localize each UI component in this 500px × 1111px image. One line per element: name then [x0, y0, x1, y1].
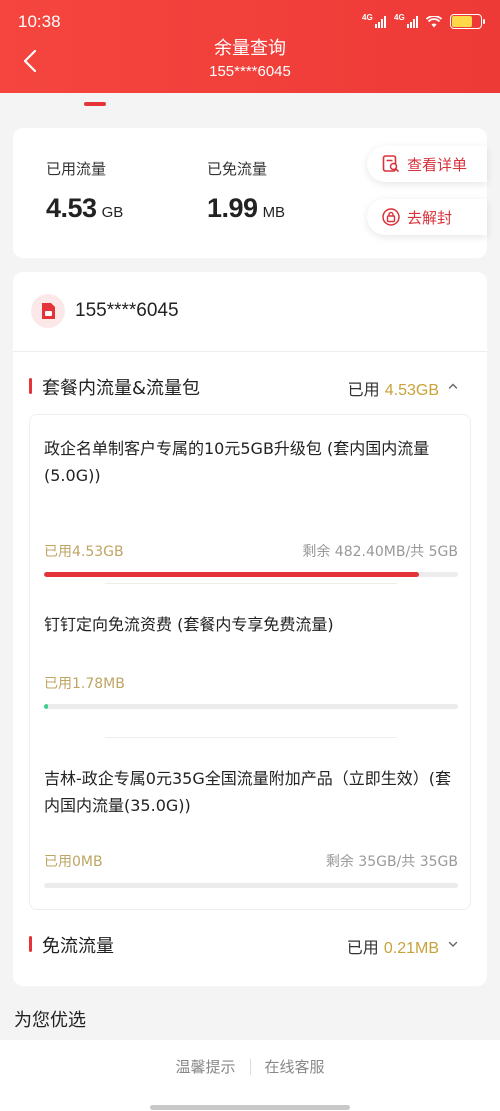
- status-time: 10:38: [18, 12, 61, 31]
- package-progress-bar: [44, 704, 458, 709]
- section-used-summary: 已用 4.53GB: [347, 380, 439, 399]
- package-remaining: 剩余 482.40MB/共 5GB: [302, 544, 458, 560]
- view-details-label: 查看详单: [407, 155, 468, 174]
- signal-icon: 4G: [362, 12, 386, 28]
- unlock-button[interactable]: 去解封: [367, 199, 487, 235]
- section-used-value: 4.53GB: [384, 382, 439, 399]
- package-used: 已用4.53GB: [44, 544, 124, 560]
- recommend-heading: 为您优选: [14, 1010, 86, 1031]
- package-name: 政企名单制客户专属的10元5GB升级包 (套内国内流量(5.0G)): [44, 439, 430, 485]
- package-list: 政企名单制客户专属的10元5GB升级包 (套内国内流量(5.0G)) 已用4.5…: [29, 414, 471, 910]
- package-name: 吉林-政企专属0元35G全国流量附加产品（立即生效）(套内国内流量(35.0G)…: [44, 769, 451, 815]
- sim-card-icon: [31, 294, 65, 328]
- page-title: 余量查询: [214, 38, 286, 59]
- usage-summary-card: 已用流量 4.53 GB 已免流量 1.99 MB 查看详单 去解封: [13, 128, 487, 258]
- section-header-free[interactable]: 免流流量 已用 0.21MB: [13, 930, 487, 960]
- network-type-label: 4G: [394, 12, 405, 22]
- account-phone-number: 155****6045: [75, 300, 179, 321]
- chevron-down-icon[interactable]: [447, 938, 459, 950]
- section-used-value: 0.21MB: [383, 940, 439, 957]
- traffic-detail-card: 155****6045 套餐内流量&流量包 已用 4.53GB 政企名单制客户专…: [13, 272, 487, 986]
- chevron-up-icon[interactable]: [447, 380, 459, 392]
- title-block: 余量查询 155****6045: [0, 38, 500, 82]
- lock-icon: [382, 208, 400, 226]
- free-traffic-label: 已免流量: [207, 160, 268, 178]
- free-traffic-stat: 已免流量 1.99 MB: [207, 158, 285, 224]
- used-traffic-label: 已用流量: [46, 160, 107, 178]
- document-search-icon: [382, 155, 399, 172]
- signal-icon: 4G: [394, 12, 418, 28]
- online-service-link[interactable]: 在线客服: [265, 1056, 325, 1077]
- free-traffic-unit: MB: [262, 204, 286, 221]
- package-progress-bar: [44, 883, 458, 888]
- package-item: 钉钉定向免流资费 (套餐内专享免费流量) 已用1.78MB: [44, 611, 458, 721]
- app-header: 10:38 4G 4G 余量查询 155****6045: [0, 0, 500, 93]
- battery-icon: [450, 14, 485, 29]
- section-used-summary: 已用 0.21MB: [346, 938, 439, 957]
- status-bar: 10:38 4G 4G: [0, 0, 500, 40]
- unlock-label: 去解封: [407, 208, 453, 227]
- bottom-bar: 温馨提示 在线客服: [0, 1040, 500, 1111]
- used-traffic-unit: GB: [101, 204, 124, 221]
- section-header-plan[interactable]: 套餐内流量&流量包 已用 4.53GB: [13, 372, 487, 402]
- tips-link[interactable]: 温馨提示: [175, 1056, 235, 1077]
- view-details-button[interactable]: 查看详单: [367, 146, 487, 182]
- section-title: 免流流量: [42, 936, 114, 957]
- package-used: 已用0MB: [44, 854, 103, 870]
- status-icons: 4G 4G: [362, 12, 485, 29]
- network-type-label: 4G: [362, 12, 373, 22]
- package-progress-fill: [44, 572, 420, 577]
- tab-indicator: [84, 102, 106, 106]
- section-marker: [29, 936, 32, 952]
- account-row: 155****6045: [13, 272, 487, 352]
- divider: [105, 737, 397, 738]
- page-subtitle: 155****6045: [209, 63, 291, 80]
- package-progress-bar: [44, 572, 458, 577]
- package-used: 已用1.78MB: [44, 676, 125, 692]
- home-indicator: [150, 1105, 350, 1110]
- package-name: 钉钉定向免流资费 (套餐内专享免费流量): [44, 615, 334, 634]
- free-traffic-value: 1.99: [207, 193, 258, 223]
- link-separator: [249, 1058, 251, 1075]
- wifi-icon: [426, 15, 442, 27]
- used-traffic-value: 4.53: [46, 193, 97, 223]
- divider: [105, 583, 397, 584]
- package-remaining: 剩余 35GB/共 35GB: [325, 854, 458, 870]
- section-marker: [29, 378, 32, 394]
- section-title: 套餐内流量&流量包: [42, 378, 201, 399]
- package-item: 政企名单制客户专属的10元5GB升级包 (套内国内流量(5.0G)) 已用4.5…: [44, 435, 458, 577]
- package-progress-fill: [44, 704, 49, 709]
- package-item: 吉林-政企专属0元35G全国流量附加产品（立即生效）(套内国内流量(35.0G)…: [44, 765, 458, 895]
- used-traffic-stat: 已用流量 4.53 GB: [46, 158, 123, 224]
